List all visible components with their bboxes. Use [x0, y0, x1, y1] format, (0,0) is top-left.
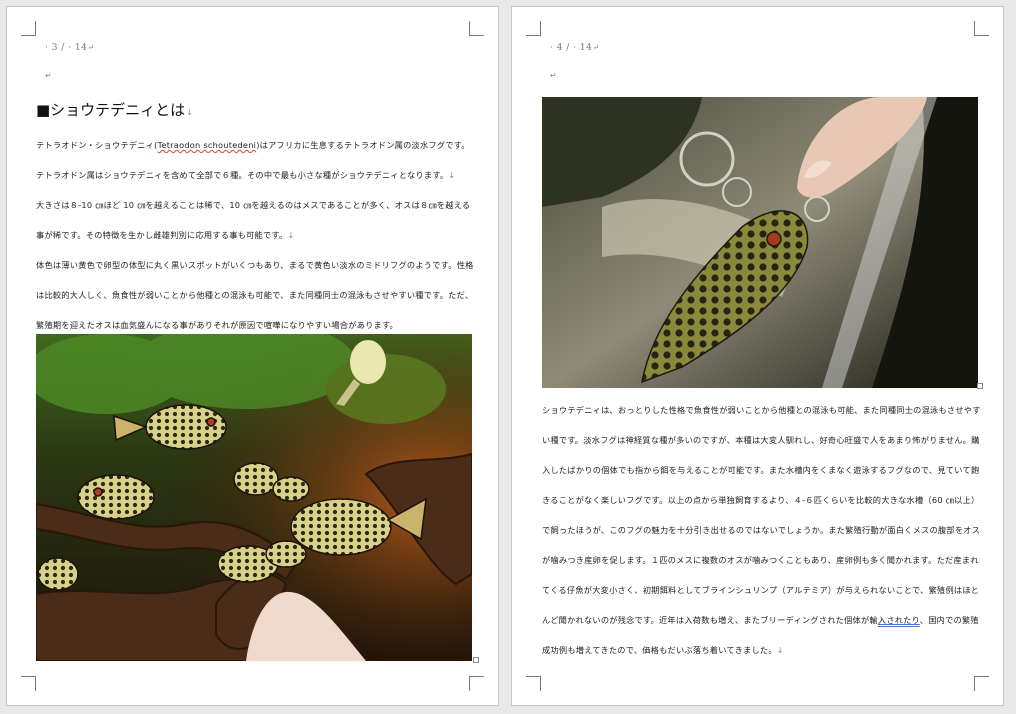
grammar-flagged-text[interactable]: 入されたり	[878, 615, 920, 625]
aquarium-photo-illustration	[36, 334, 472, 661]
right-body-text[interactable]: ショウテデニィは、おっとりした性格で魚食性が弱いことから他種との混泳も可能、また…	[542, 395, 982, 665]
crop-mark-bottom-right	[469, 676, 484, 691]
page-number-text: · 4 / · 14	[550, 43, 593, 53]
crop-mark-top-left	[526, 21, 541, 36]
paragraph-size[interactable]: 大きさは８-10 ㎝ほど 10 ㎝を越えることは稀で、10 ㎝を越えるのはメスで…	[36, 190, 476, 250]
return-mark: ↓	[287, 230, 295, 240]
paragraph-behavior[interactable]: ショウテデニィは、おっとりした性格で魚食性が弱いことから他種との混泳も可能、また…	[542, 395, 982, 665]
crop-mark-bottom-left	[526, 676, 541, 691]
hand-pufferfish-photo[interactable]	[542, 97, 978, 388]
return-mark: ↓	[448, 170, 456, 180]
page-number-header[interactable]: · 4 / · 14↵	[550, 43, 600, 53]
image-anchor-handle[interactable]	[473, 657, 479, 663]
page-number-text: · 3 / · 14	[45, 43, 88, 53]
document-page-3[interactable]: · 3 / · 14↵ ↵ ■ショウテデニィとは↓ テトラオドン・ショウテデニィ…	[6, 6, 499, 706]
paragraph-mark: ↵	[87, 43, 95, 52]
paragraph-mark: ↵	[592, 43, 600, 52]
section-heading[interactable]: ■ショウテデニィとは↓	[36, 99, 193, 120]
return-mark: ↓	[186, 108, 193, 117]
size-text: 大きさは８-10 ㎝ほど 10 ㎝を越えることは稀で、10 ㎝を越えるのはメスで…	[36, 200, 471, 240]
paragraph-color[interactable]: 体色は薄い黄色で卵型の体型に丸く黒いスポットがいくつもあり、まるで黄色い淡水のミ…	[36, 250, 476, 340]
crop-mark-top-left	[21, 21, 36, 36]
pufferfish-aquarium-photo[interactable]	[36, 334, 472, 661]
heading-text: ■ショウテデニィとは	[36, 101, 186, 119]
empty-paragraph-mark: ↵	[550, 71, 557, 80]
page-number-header[interactable]: · 3 / · 14↵	[45, 43, 95, 53]
left-body-text[interactable]: テトラオドン・ショウテデニィ(Tetraodon schoutedeni)はアフ…	[36, 130, 476, 340]
image-anchor-handle[interactable]	[977, 383, 983, 389]
document-page-4[interactable]: · 4 / · 14↵ ↵ ショウテデニィは、おっとりした性格で魚食性が弱いこと…	[511, 6, 1004, 706]
crop-mark-top-right	[974, 21, 989, 36]
crop-mark-bottom-left	[21, 676, 36, 691]
intro-text-start: テトラオドン・ショウテデニィ(	[36, 140, 158, 150]
return-mark: ↓	[776, 645, 784, 655]
crop-mark-top-right	[469, 21, 484, 36]
hand-photo-illustration	[542, 97, 978, 388]
crop-mark-bottom-right	[974, 676, 989, 691]
paragraph-intro[interactable]: テトラオドン・ショウテデニィ(Tetraodon schoutedeni)はアフ…	[36, 130, 476, 190]
scientific-name: Tetraodon schoutedeni	[157, 140, 257, 150]
color-text: 体色は薄い黄色で卵型の体型に丸く黒いスポットがいくつもあり、まるで黄色い淡水のミ…	[36, 260, 474, 330]
empty-paragraph-mark: ↵	[45, 71, 52, 80]
behavior-text-start: ショウテデニィは、おっとりした性格で魚食性が弱いことから他種との混泳も可能、また…	[542, 405, 981, 625]
